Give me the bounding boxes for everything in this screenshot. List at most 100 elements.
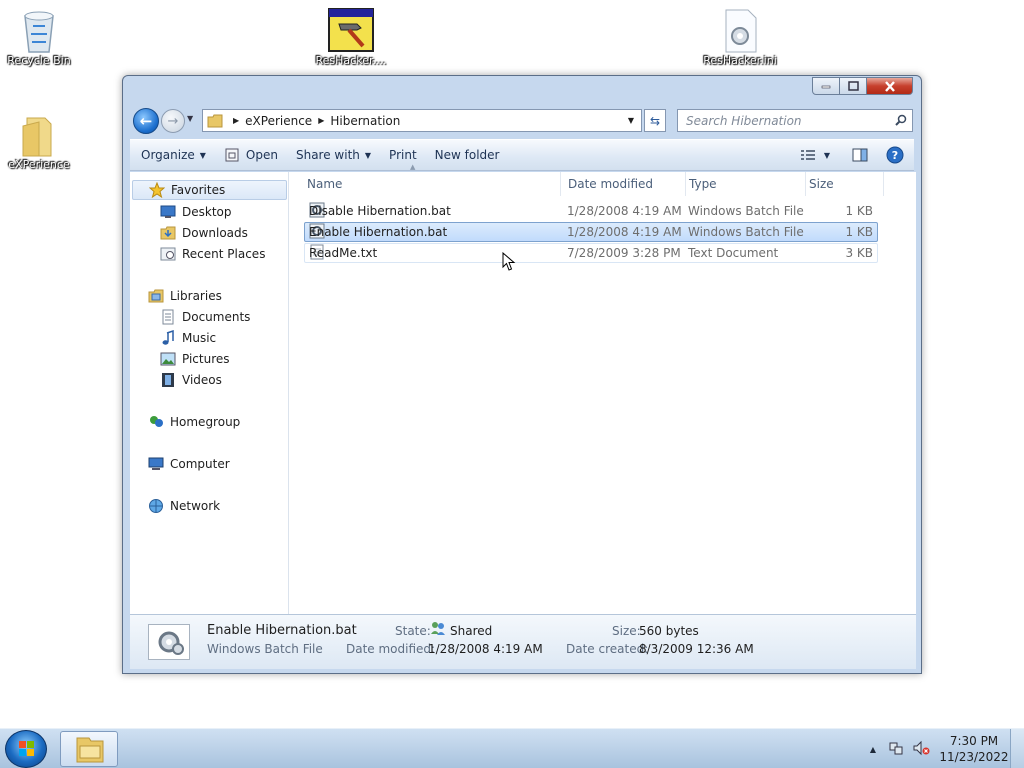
nav-computer[interactable]: Computer	[148, 454, 230, 474]
explorer-folder-icon	[76, 737, 104, 763]
search-box[interactable]: Search Hibernation	[677, 109, 913, 132]
file-date: 1/28/2008 4:19 AM	[567, 225, 682, 239]
file-size: 3 KB	[845, 246, 873, 260]
file-type: Text Document	[688, 246, 779, 260]
breadcrumb-item[interactable]: Hibernation	[330, 114, 400, 128]
forward-button[interactable]: →	[161, 109, 185, 133]
nav-label: Favorites	[171, 183, 226, 197]
file-size: 1 KB	[845, 225, 873, 239]
breadcrumb-arrow-icon[interactable]: ▶	[318, 116, 324, 125]
nav-label: Documents	[182, 310, 251, 324]
nav-label: Computer	[170, 457, 230, 471]
minimize-button[interactable]	[812, 77, 840, 95]
open-label: Open	[245, 148, 278, 162]
taskbar-explorer-button[interactable]	[60, 731, 118, 767]
nav-music[interactable]: Music	[160, 328, 216, 348]
recent-places-icon	[160, 246, 176, 262]
breadcrumb-arrow-icon[interactable]: ▶	[233, 116, 239, 125]
network-icon	[148, 498, 164, 514]
file-name: Disable Hibernation.bat	[309, 204, 451, 218]
date-created-value: 8/3/2009 12:36 AM	[639, 642, 754, 656]
video-film-icon	[160, 372, 176, 388]
column-header-name[interactable]: Name	[304, 172, 561, 196]
file-row[interactable]: Disable Hibernation.bat 1/28/2008 4:19 A…	[304, 201, 878, 221]
breadcrumb-item[interactable]: eXPerience	[245, 114, 312, 128]
file-date: 7/28/2009 3:28 PM	[567, 246, 681, 260]
recent-pages-dropdown[interactable]: ▼	[187, 114, 199, 128]
reshacker-app-icon	[328, 8, 374, 52]
share-with-button[interactable]: Share with ▼	[287, 140, 380, 170]
state-label: State:	[395, 624, 431, 638]
desktop-icon-reshacker-ini[interactable]: ResHacker.ini	[702, 8, 778, 67]
date-modified-value: 1/28/2008 4:19 AM	[428, 642, 543, 656]
print-button[interactable]: Print	[380, 140, 426, 170]
desktop-icon	[160, 204, 176, 220]
downloads-folder-icon	[160, 225, 176, 241]
preview-pane-button[interactable]	[840, 140, 880, 170]
nav-recent-places[interactable]: Recent Places	[160, 244, 265, 264]
nav-homegroup[interactable]: Homegroup	[148, 412, 240, 432]
desktop-icon-label: ResHacker.ini	[703, 54, 777, 67]
folder-icon	[207, 113, 223, 129]
desktop-icon-recycle-bin[interactable]: Recycle Bin	[1, 8, 77, 67]
refresh-button[interactable]: ⇆	[644, 109, 666, 132]
file-name: Enable Hibernation.bat	[309, 225, 448, 239]
nav-downloads[interactable]: Downloads	[160, 223, 248, 243]
change-view-button[interactable]	[796, 140, 820, 170]
desktop-icon-reshacker[interactable]: ResHacker....	[313, 8, 389, 67]
file-name: ReadMe.txt	[309, 246, 378, 260]
file-row-selected[interactable]: Enable Hibernation.bat 1/28/2008 4:19 AM…	[304, 222, 878, 242]
navigation-pane: Favorites Desktop Downloads Recent Place…	[130, 172, 289, 614]
desktop-icon-label: eXPerience	[8, 158, 70, 171]
details-file-type: Windows Batch File	[207, 642, 323, 656]
details-view-icon	[800, 150, 815, 160]
organize-label: Organize	[141, 148, 195, 162]
clock[interactable]: 7:30 PM 11/23/2022	[938, 733, 1010, 765]
more-views-button[interactable]: ▼	[820, 140, 840, 170]
open-app-icon	[224, 147, 240, 163]
organize-button[interactable]: Organize ▼	[132, 140, 215, 170]
nav-network[interactable]: Network	[148, 496, 220, 516]
ini-settings-file-icon	[720, 8, 760, 53]
maximize-button[interactable]	[840, 77, 867, 95]
address-dropdown-button[interactable]: ▼	[621, 110, 641, 131]
close-button[interactable]	[867, 77, 913, 95]
svg-text:?: ?	[892, 149, 898, 162]
back-arrow-icon: ←	[139, 112, 153, 130]
open-button[interactable]: Open	[215, 140, 287, 170]
show-hidden-icons-button[interactable]: ▲	[870, 745, 876, 754]
network-status-icon[interactable]	[888, 740, 904, 759]
file-size: 1 KB	[845, 204, 873, 218]
file-list: Name ▲ Date modified Type Size Disable H…	[290, 163, 916, 614]
date-created-label: Date created:	[566, 642, 649, 656]
explorer-window: ← → ▼ ▶ eXPerience ▶ Hibernation ▼ ⇆ Sea…	[122, 75, 922, 674]
maximize-icon	[847, 81, 859, 91]
column-header-type[interactable]: Type	[686, 172, 806, 196]
show-desktop-button[interactable]	[1010, 729, 1024, 768]
help-button[interactable]: ?	[880, 140, 910, 170]
nav-desktop[interactable]: Desktop	[160, 202, 232, 222]
start-button[interactable]	[5, 730, 47, 768]
nav-favorites[interactable]: Favorites	[132, 180, 287, 200]
details-file-name: Enable Hibernation.bat	[207, 623, 357, 638]
clock-time: 7:30 PM	[949, 734, 999, 748]
volume-muted-icon[interactable]	[912, 740, 930, 759]
nav-libraries[interactable]: Libraries	[148, 286, 222, 306]
back-button[interactable]: ←	[133, 108, 159, 134]
column-header-date-modified[interactable]: Date modified	[565, 172, 686, 196]
batch-file-large-icon	[148, 624, 190, 660]
column-header-size[interactable]: Size	[806, 172, 884, 196]
share-with-label: Share with	[295, 148, 360, 162]
desktop-icon-label: Recycle Bin	[7, 54, 71, 67]
documents-icon	[160, 309, 176, 325]
nav-videos[interactable]: Videos	[160, 370, 222, 390]
nav-pictures[interactable]: Pictures	[160, 349, 230, 369]
forward-arrow-icon: →	[167, 113, 179, 129]
desktop-icon-experience[interactable]: eXPerience	[1, 112, 77, 171]
address-bar[interactable]: ▶ eXPerience ▶ Hibernation ▼	[202, 109, 642, 132]
windows-logo-icon	[19, 741, 34, 756]
file-row[interactable]: ReadMe.txt 7/28/2009 3:28 PM Text Docume…	[304, 243, 878, 263]
new-folder-button[interactable]: New folder	[426, 140, 509, 170]
nav-documents[interactable]: Documents	[160, 307, 250, 327]
minimize-icon	[821, 85, 831, 89]
